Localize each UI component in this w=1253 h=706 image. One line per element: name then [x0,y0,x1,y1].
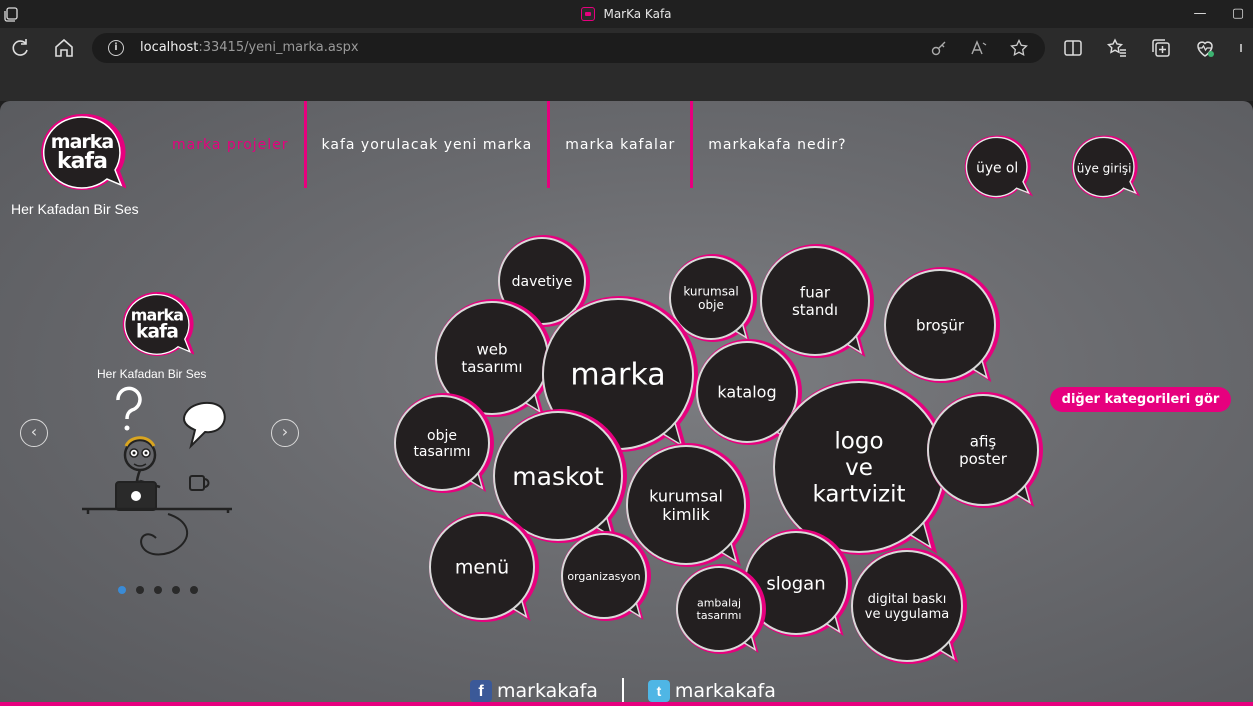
url-host: localhost [140,40,199,55]
maximize-icon[interactable]: ▢ [1228,4,1248,24]
browser-titlebar: MarKa Kafa — ▢ [0,0,1253,28]
slider-dot[interactable] [154,586,162,594]
chevron-right-icon: › [281,422,289,441]
bubble-label: obje [427,428,457,444]
slider-illustration [82,386,232,556]
bubble-label: maskot [512,462,604,491]
site-info-icon[interactable]: i [108,40,124,56]
site-tagline: Her Kafadan Bir Ses [11,201,139,217]
page-content: marka kafa Her Kafadan Bir Ses marka pro… [0,101,1253,706]
category-bubble-menu[interactable]: menü [429,512,539,622]
bubble-label: ambalaj [697,597,741,610]
category-bubble-logo-ve-kartvizit[interactable]: logovekartvizit [773,379,949,555]
bubble-label: kartvizit [813,482,906,508]
more-icon[interactable] [1237,36,1253,60]
facebook-link[interactable]: markakafa [497,680,598,702]
bubble-label: afiş [970,433,997,451]
category-bubble-kurumsal-kimlik[interactable]: kurumsalkimlik [626,443,750,567]
category-bubble-ambalaj-tasarimi[interactable]: ambalajtasarımı [676,564,766,654]
main-navigation: marka projeler kafa yorulacak yeni marka… [160,101,862,188]
signup-label: üye ol [976,161,1018,177]
key-icon[interactable] [930,39,948,57]
bubble-label: digital baskı [868,592,947,607]
login-label: üye girişi [1077,162,1132,176]
slider-logo: marka kafa [122,292,194,356]
category-bubble-obje-tasarimi[interactable]: objetasarımı [394,393,494,493]
read-aloud-icon[interactable] [970,39,988,57]
category-bubble-organizasyon[interactable]: organizasyon [561,531,651,621]
slider-prev-button[interactable]: ‹ [20,419,48,447]
category-bubble-cloud: davetiye kurumsal obje fuar standı broşür web t… [380,226,1070,676]
slider-dot[interactable] [190,586,198,594]
nav-kafa-yorulacak-yeni-marka[interactable]: kafa yorulacak yeni marka [307,101,548,188]
slider-dot[interactable] [136,586,144,594]
bubble-label: davetiye [512,274,573,290]
svg-text:kafa: kafa [136,321,178,342]
category-bubble-brosur[interactable]: broşür [884,267,1000,383]
twitter-icon[interactable]: t [647,680,670,702]
more-categories-button[interactable]: diğer kategorileri gör [1050,387,1231,412]
category-bubble-digital-baski[interactable]: digital baskıve uygulama [851,548,967,664]
favorites-icon[interactable] [1105,36,1129,60]
browser-toolbar: i localhost:33415/yeni_marka.aspx [0,28,1253,68]
split-screen-icon[interactable] [1061,36,1085,60]
browser-content-gap [0,68,1253,101]
slider-dot[interactable] [118,586,126,594]
bubble-label: kurumsal [649,486,723,505]
bubble-label: kurumsal [683,284,738,298]
category-bubbles-svg: davetiyekurumsalobjefuarstandıbroşürwebt… [394,235,1043,664]
refresh-icon[interactable] [8,36,32,60]
login-button[interactable]: üye girişi [1070,131,1142,203]
slider-next-button[interactable]: › [271,419,299,447]
bubble-label: fuar [800,284,831,302]
bubble-label: tasarımı [461,358,522,376]
url-text[interactable]: localhost:33415/yeni_marka.aspx [140,40,359,55]
bubble-label: poster [959,450,1008,468]
svg-text:kafa: kafa [57,149,107,174]
url-path: :33415/yeni_marka.aspx [198,40,359,55]
markakafa-logo[interactable]: marka kafa [38,111,126,193]
bubble-label: standı [792,301,838,319]
address-bar[interactable]: i localhost:33415/yeni_marka.aspx [92,33,1045,63]
bubble-label: broşür [916,316,965,334]
browser-essentials-icon[interactable] [1193,36,1217,60]
bubble-label: obje [698,298,724,312]
bubble-label: menü [455,557,509,579]
category-bubble-afis-poster[interactable]: afişposter [927,392,1043,508]
bubble-label: slogan [766,573,825,594]
nav-markakafa-nedir[interactable]: markakafa nedir? [693,101,861,188]
bubble-label: web [476,341,507,359]
page-bottom-bar [0,702,1253,706]
bubble-label: logo [834,429,883,455]
nav-marka-kafalar[interactable]: marka kafalar [550,101,690,188]
bubble-label: marka [570,358,665,393]
home-icon[interactable] [52,36,76,60]
slider-pagination [118,586,198,594]
slider-dot[interactable] [172,586,180,594]
collections-icon[interactable] [1149,36,1173,60]
bubble-label: ve [845,455,873,481]
bubble-label: ve uygulama [865,607,949,622]
window-title: MarKa Kafa [0,0,1253,28]
bubble-label: tasarımı [697,609,742,622]
chevron-left-icon: ‹ [30,422,38,441]
slider-tagline: Her Kafadan Bir Ses [97,367,207,381]
favorite-star-icon[interactable] [1010,39,1028,57]
site-favicon-icon [581,7,596,21]
window-title-text: MarKa Kafa [603,7,672,21]
bubble-label: tasarımı [413,444,470,460]
nav-marka-projeler[interactable]: marka projeler [160,101,304,188]
social-divider [621,678,624,704]
minimize-icon[interactable]: — [1190,4,1210,24]
bubble-label: organizasyon [567,570,640,583]
signup-button[interactable]: üye ol [963,131,1035,203]
bubble-label: kimlik [662,505,710,524]
category-bubble-fuar-standi[interactable]: fuarstandı [760,244,874,358]
bubble-label: katalog [717,383,776,402]
twitter-link[interactable]: markakafa [675,680,776,702]
facebook-icon[interactable]: f [470,680,492,702]
